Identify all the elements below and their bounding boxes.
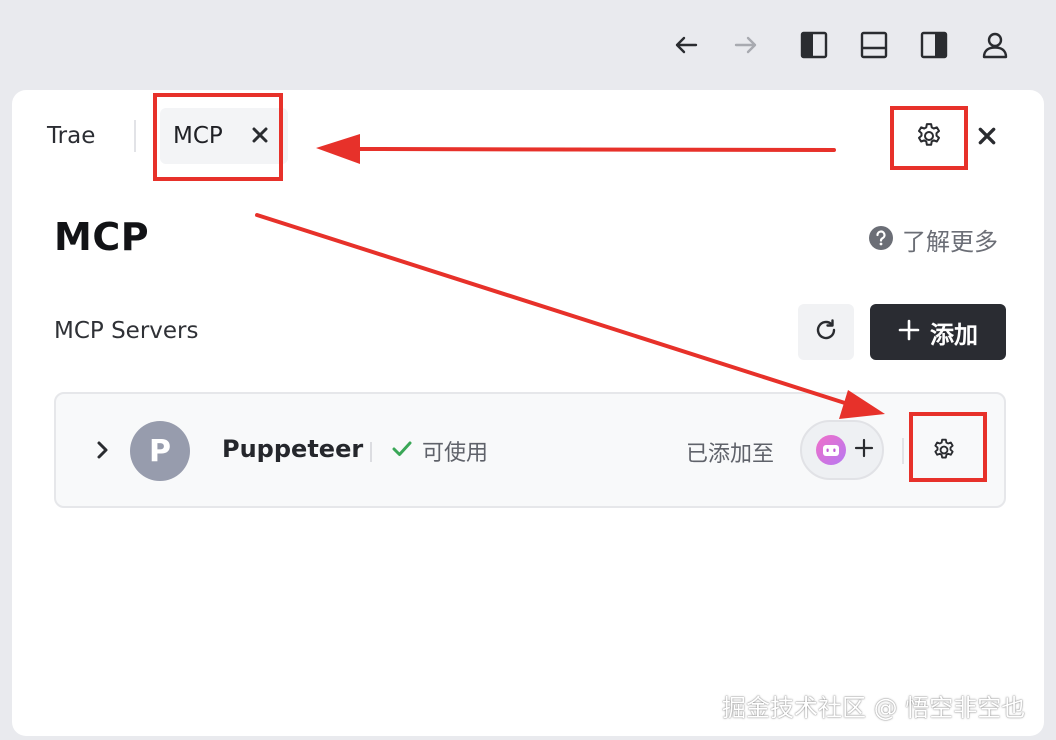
annotation-arrows (255, 134, 885, 419)
annotation-arrow-to-server-gear (255, 213, 885, 419)
watermark: 掘金技术社区 @ 悟空非空也 (722, 694, 1026, 722)
annotation-arrow-to-tab (316, 134, 836, 164)
